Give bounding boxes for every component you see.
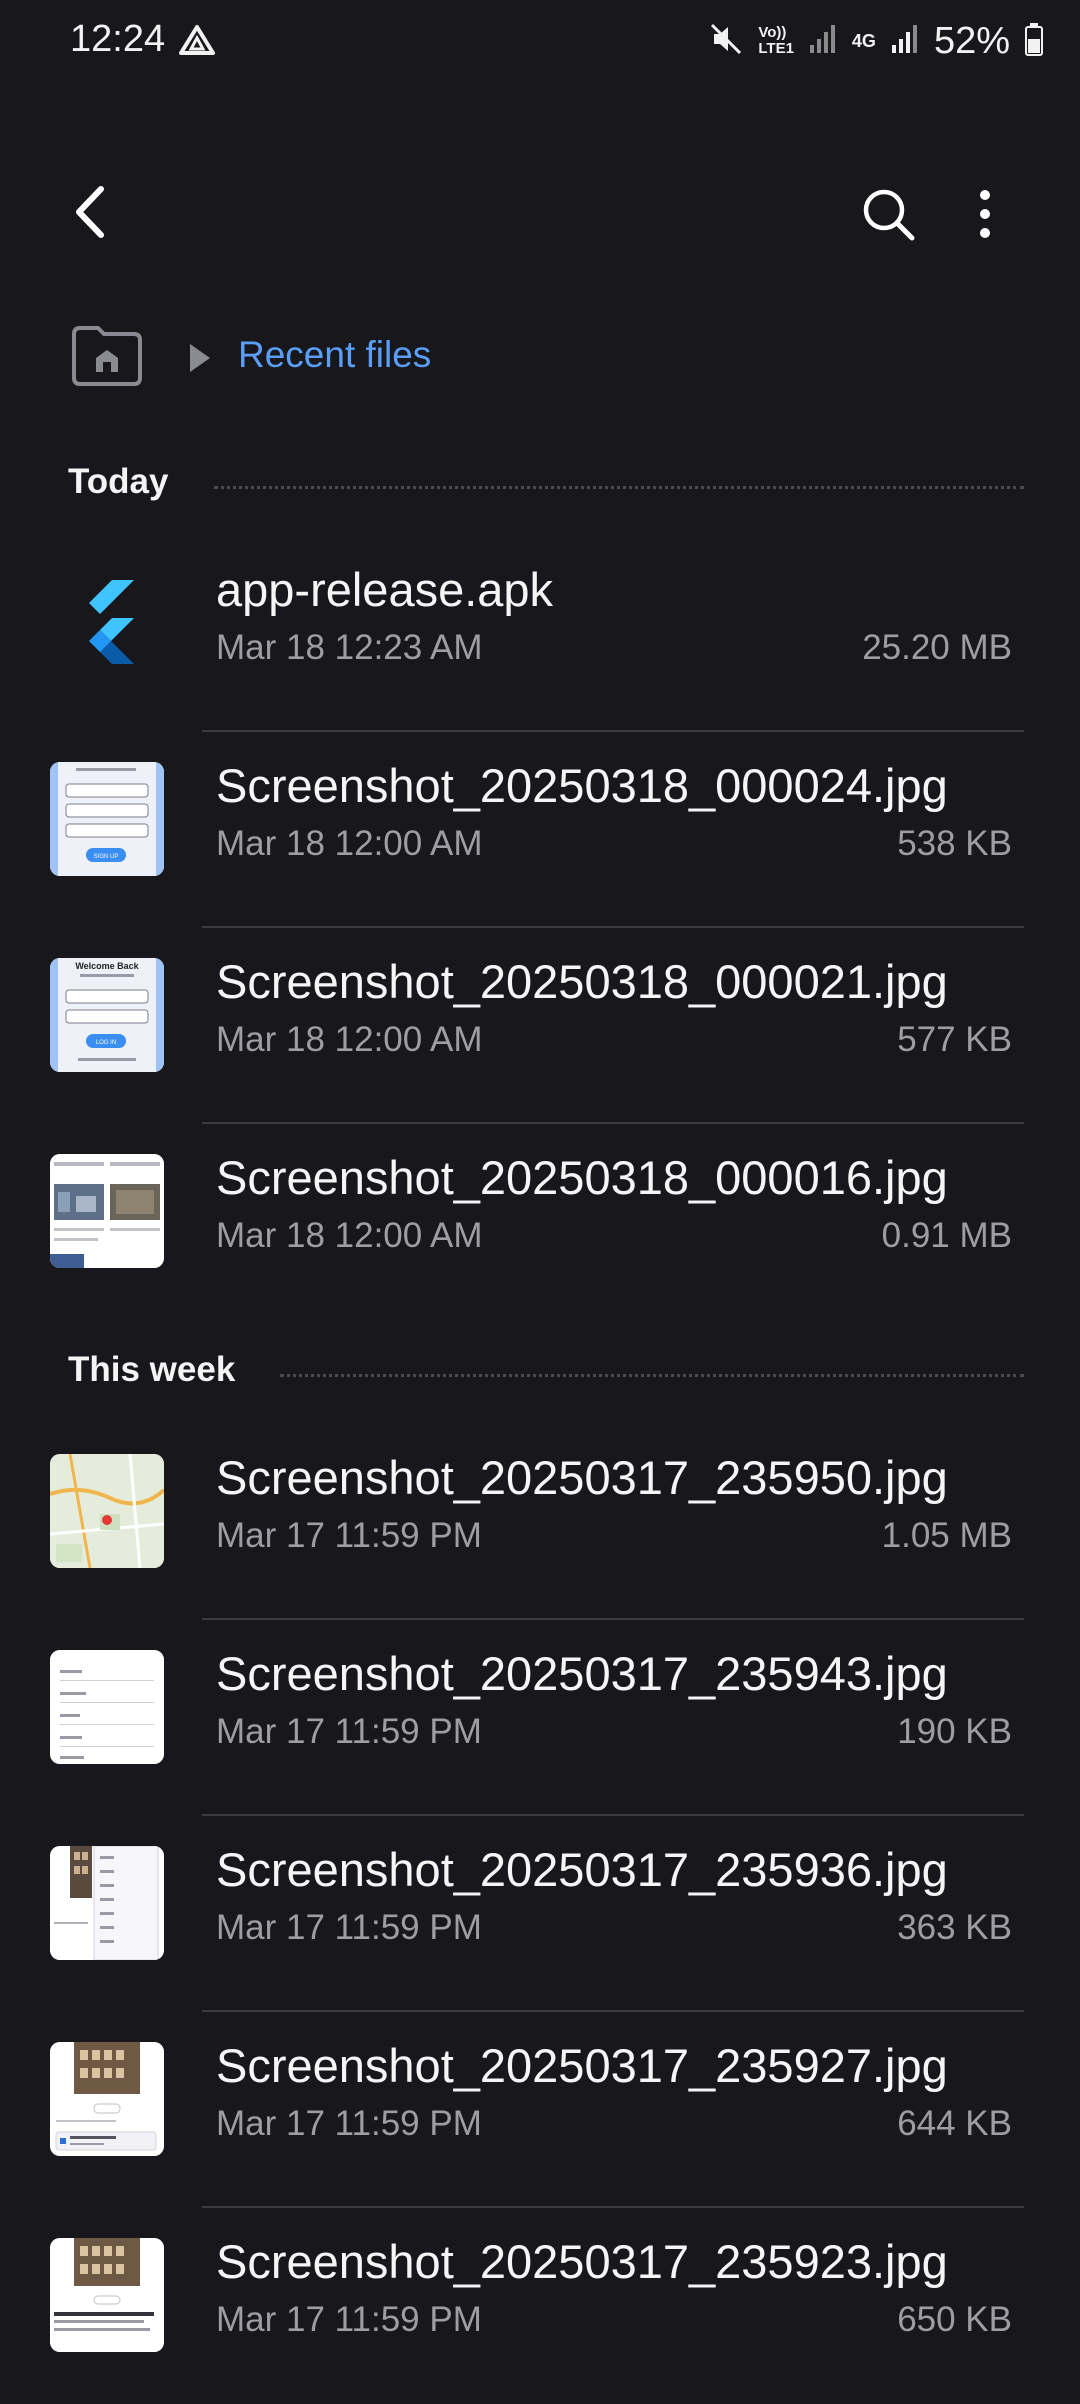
thumb-login-title: Welcome Back <box>75 961 139 971</box>
network-4g-label: 4G <box>851 30 876 51</box>
file-row[interactable]: Screenshot_20250317_235936.jpg Mar 17 11… <box>0 1816 1080 2012</box>
back-button[interactable] <box>60 182 120 242</box>
home-folder-icon <box>72 326 142 386</box>
mute-icon <box>708 21 744 62</box>
thumbnail-image <box>50 2238 164 2352</box>
thumbnail-image <box>50 1154 164 1268</box>
file-size: 644 KB <box>897 2104 1012 2143</box>
file-row[interactable]: Screenshot_20250317_235923.jpg Mar 17 11… <box>0 2208 1080 2404</box>
drive-icon <box>178 24 216 61</box>
file-name: Screenshot_20250317_235936.jpg <box>216 1843 948 1896</box>
file-size: 650 KB <box>897 2300 1012 2339</box>
more-options-button[interactable] <box>960 182 1010 246</box>
signal-icon <box>808 23 838 60</box>
thumbnail-image: SIGN UP <box>50 762 164 876</box>
breadcrumb-current[interactable]: Recent files <box>238 334 431 376</box>
file-size: 538 KB <box>897 824 1012 863</box>
file-name: Screenshot_20250318_000021.jpg <box>216 955 948 1008</box>
file-row[interactable]: Screenshot_20250317_235950.jpg Mar 17 11… <box>0 1424 1080 1620</box>
file-name: Screenshot_20250317_235950.jpg <box>216 1451 948 1504</box>
file-size: 0.91 MB <box>881 1216 1012 1255</box>
file-size: 190 KB <box>897 1712 1012 1751</box>
file-row[interactable]: Screenshot_20250317_235927.jpg Mar 17 11… <box>0 2012 1080 2208</box>
file-size: 577 KB <box>897 1020 1012 1059</box>
file-name: Screenshot_20250317_235943.jpg <box>216 1647 948 1700</box>
thumbnail-image <box>50 1454 164 1568</box>
status-bar: 12:24 Vo)) LTE1 4G 52% <box>0 0 1080 84</box>
section-divider <box>214 486 1024 489</box>
file-date: Mar 18 12:00 AM <box>216 824 483 863</box>
file-name: Screenshot_20250317_235927.jpg <box>216 2039 948 2092</box>
home-folder-button[interactable] <box>70 324 144 388</box>
section-title: Today <box>68 462 169 501</box>
search-icon <box>863 189 915 241</box>
file-row[interactable]: Screenshot_20250317_235943.jpg Mar 17 11… <box>0 1620 1080 1816</box>
file-date: Mar 17 11:59 PM <box>216 1516 482 1555</box>
more-vert-icon <box>980 190 990 238</box>
thumbnail-image <box>50 1650 164 1764</box>
section-header-this-week: This week <box>0 1344 1080 1404</box>
thumbnail-image: Welcome Back LOG IN <box>50 958 164 1072</box>
back-icon <box>76 186 104 238</box>
file-date: Mar 18 12:00 AM <box>216 1216 483 1255</box>
battery-icon <box>1024 22 1044 61</box>
battery-percent: 52% <box>933 19 1010 62</box>
thumbnail-image <box>50 1846 164 1960</box>
signal-icon <box>890 23 920 60</box>
file-row[interactable]: Welcome Back LOG IN Screenshot_20250318_… <box>0 928 1080 1124</box>
thumbnail-image <box>50 2042 164 2156</box>
file-date: Mar 18 12:23 AM <box>216 628 483 667</box>
file-date: Mar 18 12:00 AM <box>216 1020 483 1059</box>
status-icons: Vo)) LTE1 4G 52% <box>708 16 1044 66</box>
file-row[interactable]: Screenshot_20250318_000016.jpg Mar 18 12… <box>0 1124 1080 1320</box>
section-header-today: Today <box>0 456 1080 516</box>
file-date: Mar 17 11:59 PM <box>216 2300 482 2339</box>
file-row[interactable]: app-release.apk Mar 18 12:23 AM 25.20 MB <box>0 536 1080 732</box>
flutter-logo-icon <box>50 566 164 680</box>
volte-label: Vo)) LTE1 <box>758 24 794 57</box>
thumb-login-button-text: LOG IN <box>96 1040 116 1046</box>
file-row[interactable]: SIGN UP Screenshot_20250318_000024.jpg M… <box>0 732 1080 928</box>
section-title: This week <box>68 1350 236 1389</box>
file-date: Mar 17 11:59 PM <box>216 1908 482 1947</box>
file-name: Screenshot_20250318_000016.jpg <box>216 1151 948 1204</box>
top-app-bar <box>0 160 1080 260</box>
file-name: Screenshot_20250318_000024.jpg <box>216 759 948 812</box>
search-button[interactable] <box>856 182 920 246</box>
file-size: 25.20 MB <box>862 628 1012 667</box>
file-size: 1.05 MB <box>881 1516 1012 1555</box>
chevron-right-icon <box>186 342 212 379</box>
status-time: 12:24 <box>70 18 166 60</box>
file-name: app-release.apk <box>216 563 554 616</box>
file-size: 363 KB <box>897 1908 1012 1947</box>
file-date: Mar 17 11:59 PM <box>216 1712 482 1751</box>
breadcrumb: Recent files <box>0 322 1080 394</box>
file-name: Screenshot_20250317_235923.jpg <box>216 2235 948 2288</box>
section-divider <box>280 1374 1024 1377</box>
thumb-signup-button-text: SIGN UP <box>94 854 119 860</box>
file-date: Mar 17 11:59 PM <box>216 2104 482 2143</box>
